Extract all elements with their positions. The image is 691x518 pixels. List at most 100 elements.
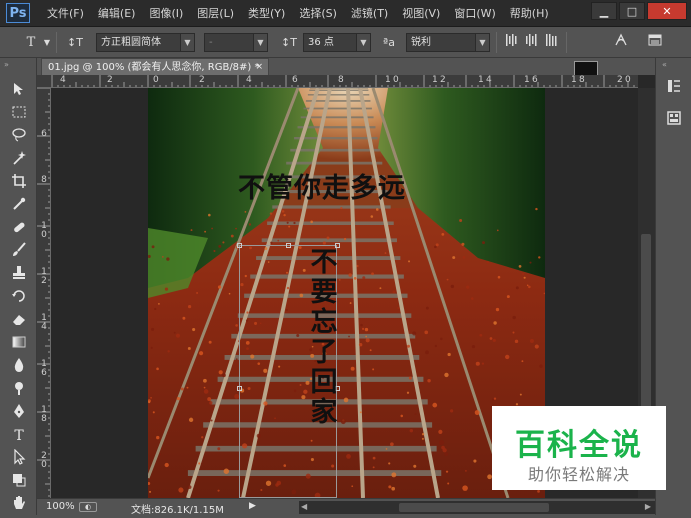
scrollbar-thumb[interactable] <box>399 503 549 512</box>
close-tab-icon[interactable]: × <box>255 59 263 76</box>
chevron-down-icon: ▼ <box>253 34 267 51</box>
gradient-tool-icon[interactable] <box>8 334 30 354</box>
transform-handle[interactable] <box>286 243 291 248</box>
menu-image[interactable]: 图像(I) <box>142 0 190 27</box>
ruler-label: 6 <box>41 129 47 139</box>
blur-tool-icon[interactable] <box>8 357 30 377</box>
menu-type[interactable]: 类型(Y) <box>241 0 292 27</box>
antialias-select[interactable]: 锐利 ▼ <box>406 33 490 52</box>
ruler-label: 4 <box>246 75 252 85</box>
proof-icon[interactable]: ◐ <box>79 502 97 512</box>
divider <box>56 32 57 53</box>
status-menu-arrow-icon[interactable]: ▶ <box>249 501 256 511</box>
menu-edit[interactable]: 编辑(E) <box>91 0 143 27</box>
ruler-label: 1 4 <box>41 313 47 332</box>
ruler-label: 0 <box>393 75 399 85</box>
document-tab-title: 01.jpg @ 100% (都会有人思念你, RGB/8#) * <box>48 62 260 73</box>
lasso-tool-icon[interactable] <box>8 127 30 147</box>
hand-tool-icon[interactable] <box>8 495 30 515</box>
menu-window[interactable]: 窗口(W) <box>447 0 502 27</box>
antialias-value: 锐利 <box>411 37 431 48</box>
text-color-swatch[interactable] <box>574 61 598 76</box>
transform-handle[interactable] <box>237 243 242 248</box>
railway-photo <box>148 88 545 498</box>
close-button[interactable]: ✕ <box>647 2 687 20</box>
toggle-orientation-icon[interactable]: ↕T <box>64 33 86 52</box>
font-size-icon: ↕T <box>281 36 297 49</box>
preset-dropdown-icon[interactable]: ▼ <box>42 33 52 52</box>
magic-wand-tool-icon[interactable] <box>8 150 30 170</box>
ruler-label: 1 <box>432 75 438 85</box>
ruler-label: 1 <box>385 75 391 85</box>
ruler-horizontal[interactable]: 4 2 0 2 4 6 8 1 0 1 2 1 4 1 6 1 8 2 0 <box>52 75 638 88</box>
photoshop-logo: Ps <box>6 3 30 23</box>
menu-select[interactable]: 选择(S) <box>292 0 344 27</box>
type-tool-icon[interactable]: T <box>8 426 30 446</box>
ruler-label: 1 6 <box>41 359 47 378</box>
menu-help[interactable]: 帮助(H) <box>503 0 556 27</box>
properties-panel-icon[interactable] <box>662 110 686 132</box>
ruler-label: 8 <box>579 75 585 85</box>
marquee-tool-icon[interactable] <box>8 104 30 124</box>
minimize-button[interactable]: ▁ <box>591 2 617 20</box>
history-brush-tool-icon[interactable] <box>8 288 30 308</box>
ruler-vertical[interactable]: 6 8 1 0 1 2 1 4 1 6 1 8 2 0 <box>37 88 51 498</box>
menu-layer[interactable]: 图层(L) <box>190 0 241 27</box>
font-size-select[interactable]: 36 点 ▼ <box>303 33 371 52</box>
font-style-select[interactable]: - ▼ <box>204 33 268 52</box>
path-selection-tool-icon[interactable] <box>8 448 30 469</box>
zoom-level[interactable]: 100% <box>46 501 75 512</box>
collapse-icon[interactable]: » <box>4 60 9 69</box>
ruler-label: 2 <box>199 75 205 85</box>
collapse-icon[interactable]: « <box>662 60 667 69</box>
divider <box>496 32 497 53</box>
type-tool-preset-icon[interactable]: T <box>20 33 42 52</box>
ruler-label: 2 <box>617 75 623 85</box>
history-panel-icon[interactable] <box>662 78 686 100</box>
text-layer-horizontal[interactable]: 不管你走多远 <box>238 166 406 205</box>
document-tab[interactable]: 01.jpg @ 100% (都会有人思念你, RGB/8#) * × <box>41 58 269 75</box>
ruler-label: 2 0 <box>41 451 47 470</box>
menu-view[interactable]: 视图(V) <box>395 0 447 27</box>
transform-handle[interactable] <box>237 386 242 391</box>
antialias-icon: ªa <box>383 36 395 49</box>
dodge-tool-icon[interactable] <box>8 380 30 400</box>
crop-tool-icon[interactable] <box>8 173 30 193</box>
chevron-down-icon: ▼ <box>180 34 194 51</box>
scroll-left-icon[interactable]: ◀ <box>301 502 307 511</box>
ruler-label: 0 <box>153 75 159 85</box>
font-family-select[interactable]: 方正粗圆简体 ▼ <box>96 33 195 52</box>
text-layer-vertical[interactable]: 不要忘了回家 <box>308 248 340 428</box>
eraser-tool-icon[interactable] <box>8 311 30 331</box>
ruler-origin[interactable] <box>37 75 52 88</box>
ruler-label: 1 2 <box>41 267 47 286</box>
ruler-label: 1 <box>524 75 530 85</box>
ruler-label: 2 <box>440 75 446 85</box>
eyedropper-tool-icon[interactable] <box>8 196 30 216</box>
align-left-icon[interactable] <box>503 33 521 52</box>
stamp-tool-icon[interactable] <box>8 265 30 285</box>
ruler-label: 6 <box>292 75 298 85</box>
menu-filter[interactable]: 滤镜(T) <box>344 0 395 27</box>
character-panel-icon[interactable] <box>646 33 664 52</box>
align-center-icon[interactable] <box>523 33 541 52</box>
healing-brush-tool-icon[interactable] <box>8 219 30 239</box>
pen-tool-icon[interactable] <box>8 403 30 423</box>
window-controls: ▁ □ ✕ <box>591 2 687 20</box>
color-fill <box>575 62 597 75</box>
align-right-icon[interactable] <box>543 33 561 52</box>
ruler-label: 0 <box>625 75 631 85</box>
brush-tool-icon[interactable] <box>8 242 30 262</box>
ruler-label: 1 8 <box>41 405 47 424</box>
image-canvas[interactable] <box>148 88 545 498</box>
document-size: 文档:826.1K/1.15M <box>131 505 224 516</box>
shape-tool-icon[interactable] <box>8 472 30 492</box>
move-tool-icon[interactable] <box>8 81 30 101</box>
chevron-down-icon: ▼ <box>475 34 489 51</box>
menu-file[interactable]: 文件(F) <box>40 0 91 27</box>
horizontal-scrollbar[interactable]: ◀ ▶ <box>299 501 655 514</box>
maximize-button[interactable]: □ <box>619 2 645 20</box>
scroll-right-icon[interactable]: ▶ <box>645 502 651 511</box>
warp-text-icon[interactable] <box>612 33 630 52</box>
font-style-value: - <box>209 37 213 48</box>
